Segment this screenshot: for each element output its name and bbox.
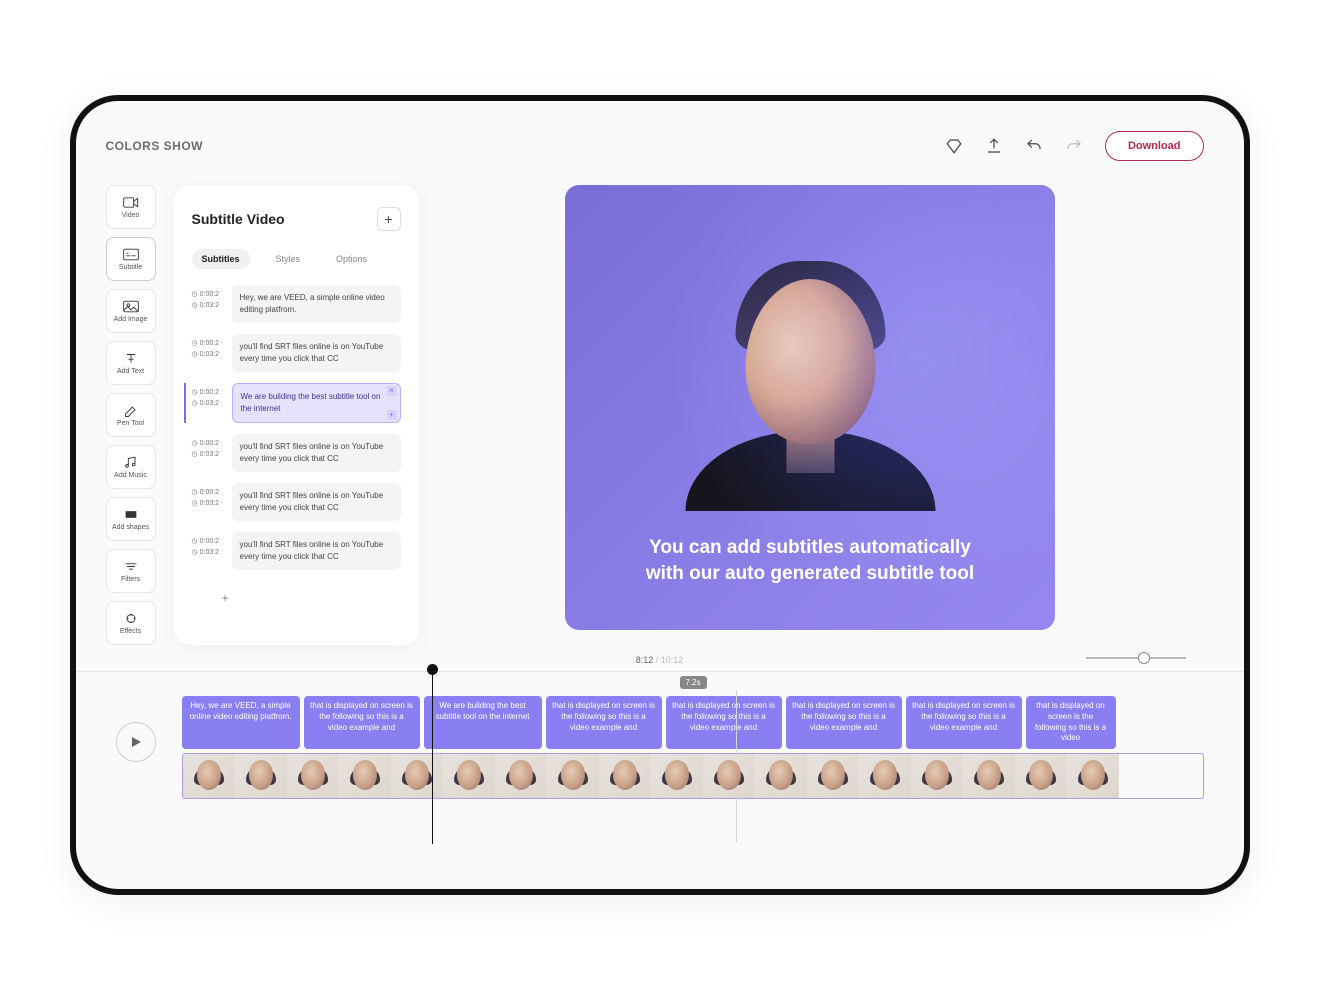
sidebar-item-pen-tool[interactable]: Pen Tool — [106, 393, 156, 437]
sidebar-item-add-text[interactable]: Add Text — [106, 341, 156, 385]
tab-options[interactable]: Options — [326, 249, 377, 269]
add-row-button[interactable]: + — [192, 591, 222, 605]
timeline-segment[interactable]: that is displayed on screen is the follo… — [1026, 696, 1116, 749]
frame-thumb[interactable] — [755, 754, 807, 798]
frame-thumb[interactable] — [963, 754, 1015, 798]
time-total: 10:12 — [661, 655, 684, 665]
subtitle-text[interactable]: you'll find SRT files online is on YouTu… — [232, 532, 401, 570]
frame-thumb[interactable] — [391, 754, 443, 798]
sidebar-item-label: Pen Tool — [117, 420, 144, 427]
topbar: COLORS SHOW Download — [76, 101, 1244, 171]
panel-tabs: Subtitles Styles Options — [192, 249, 401, 269]
time-current: 8:12 — [636, 655, 654, 665]
sidebar-item-add-shapes[interactable]: Add shapes — [106, 497, 156, 541]
frame-thumb[interactable] — [807, 754, 859, 798]
subtitle-overlay: You can add subtitles automatically with… — [565, 535, 1055, 588]
panel-title: Subtitle Video — [192, 211, 285, 227]
add-subtitle-button[interactable]: + — [377, 207, 401, 231]
clock-icon: ◷ 0:00:2 — [192, 290, 224, 298]
frame-thumb[interactable] — [1067, 754, 1119, 798]
subtitle-row[interactable]: ◷ 0:00:2◷ 0:03:2 you'll find SRT files o… — [192, 334, 401, 372]
subtitle-list: ◷ 0:00:2◷ 0:03:2 Hey, we are VEED, a sim… — [192, 285, 401, 605]
timeline: 7.2s Hey, we are VEED, a simple online v… — [76, 671, 1244, 809]
frame-thumb[interactable] — [599, 754, 651, 798]
sidebar-item-label: Add shapes — [112, 524, 149, 531]
device-frame: COLORS SHOW Download Video Subtitle Add … — [70, 95, 1250, 895]
sidebar-item-label: Filters — [121, 576, 140, 583]
timeline-segment[interactable]: that is displayed on screen is the follo… — [546, 696, 662, 749]
sidebar-item-add-music[interactable]: Add Music — [106, 445, 156, 489]
subtitle-segments: Hey, we are VEED, a simple online video … — [182, 696, 1204, 749]
frame-thumb[interactable] — [235, 754, 287, 798]
subtitle-text[interactable]: We are building the best subtitle tool o… — [232, 383, 401, 423]
subtitle-overlay-line: You can add subtitles automatically — [593, 535, 1027, 562]
subtitle-row[interactable]: ◷ 0:00:2◷ 0:03:2 you'll find SRT files o… — [192, 434, 401, 472]
sidebar-item-subtitle[interactable]: Subtitle — [106, 237, 156, 281]
plus-icon[interactable]: + — [387, 410, 397, 420]
frame-thumb[interactable] — [1015, 754, 1067, 798]
subtitle-text[interactable]: you'll find SRT files online is on YouTu… — [232, 434, 401, 472]
main: Video Subtitle Add Image Add Text Pen To… — [76, 171, 1244, 645]
frame-thumb[interactable] — [339, 754, 391, 798]
zoom-handle[interactable] — [1138, 652, 1150, 664]
video-preview[interactable]: You can add subtitles automatically with… — [565, 185, 1055, 630]
subtitle-text[interactable]: you'll find SRT files online is on YouTu… — [232, 334, 401, 372]
subtitle-overlay-line: with our auto generated subtitle tool — [593, 561, 1027, 588]
frame-thumb[interactable] — [547, 754, 599, 798]
subtitle-text[interactable]: you'll find SRT files online is on YouTu… — [232, 483, 401, 521]
undo-icon[interactable] — [1025, 137, 1043, 155]
subtitle-row[interactable]: ◷ 0:00:2◷ 0:03:2 you'll find SRT files o… — [192, 532, 401, 570]
sidebar-item-label: Add Text — [117, 368, 144, 375]
upload-icon[interactable] — [985, 137, 1003, 155]
frame-thumb[interactable] — [183, 754, 235, 798]
frame-thumb[interactable] — [495, 754, 547, 798]
timeline-segment[interactable]: that is displayed on screen is the follo… — [304, 696, 420, 749]
sidebar-item-label: Add Music — [114, 472, 147, 479]
sidebar-item-video[interactable]: Video — [106, 185, 156, 229]
timeline-segment[interactable]: Hey, we are VEED, a simple online video … — [182, 696, 300, 749]
timeline-segment[interactable]: that is displayed on screen is the follo… — [786, 696, 902, 749]
frame-thumb[interactable] — [443, 754, 495, 798]
subtitle-panel: Subtitle Video + Subtitles Styles Option… — [174, 185, 419, 645]
tab-styles[interactable]: Styles — [266, 249, 311, 269]
sidebar-item-effects[interactable]: Effects — [106, 601, 156, 645]
frame-thumb[interactable] — [911, 754, 963, 798]
project-title: COLORS SHOW — [106, 139, 204, 153]
sidebar-item-filters[interactable]: Filters — [106, 549, 156, 593]
timeline-marker: 7.2s — [680, 676, 707, 689]
timecode-bar: 8:12 / 10:12 — [76, 645, 1244, 671]
sidebar-item-label: Video — [122, 212, 140, 219]
preview-area: You can add subtitles automatically with… — [437, 185, 1244, 645]
play-button[interactable] — [116, 722, 156, 762]
frames-strip[interactable] — [182, 753, 1204, 799]
timeline-segment[interactable]: that is displayed on screen is the follo… — [666, 696, 782, 749]
sidebar-item-label: Add Image — [114, 316, 148, 323]
download-button[interactable]: Download — [1105, 131, 1204, 161]
subtitle-row[interactable]: ◷ 0:00:2◷ 0:03:2 We are building the bes… — [184, 383, 401, 423]
sidebar-item-label: Effects — [120, 628, 141, 635]
subtitle-row[interactable]: ◷ 0:00:2◷ 0:03:2 Hey, we are VEED, a sim… — [192, 285, 401, 323]
close-icon[interactable]: × — [387, 386, 397, 396]
frame-thumb[interactable] — [651, 754, 703, 798]
tab-subtitles[interactable]: Subtitles — [192, 249, 250, 269]
redo-icon[interactable] — [1065, 137, 1083, 155]
playhead[interactable] — [432, 670, 433, 844]
timeline-track[interactable]: 7.2s Hey, we are VEED, a simple online v… — [182, 696, 1204, 799]
sidebar: Video Subtitle Add Image Add Text Pen To… — [106, 185, 156, 645]
sidebar-item-add-image[interactable]: Add Image — [106, 289, 156, 333]
frame-thumb[interactable] — [287, 754, 339, 798]
zoom-slider[interactable] — [1086, 657, 1186, 659]
topbar-actions: Download — [945, 131, 1204, 161]
timeline-segment[interactable]: that is displayed on screen is the follo… — [906, 696, 1022, 749]
frame-thumb[interactable] — [859, 754, 911, 798]
subtitle-text[interactable]: Hey, we are VEED, a simple online video … — [232, 285, 401, 323]
frame-thumb[interactable] — [703, 754, 755, 798]
diamond-icon[interactable] — [945, 137, 963, 155]
sidebar-item-label: Subtitle — [119, 264, 142, 271]
subtitle-row[interactable]: ◷ 0:00:2◷ 0:03:2 you'll find SRT files o… — [192, 483, 401, 521]
timeline-segment[interactable]: We are building the best subtitle tool o… — [424, 696, 542, 749]
